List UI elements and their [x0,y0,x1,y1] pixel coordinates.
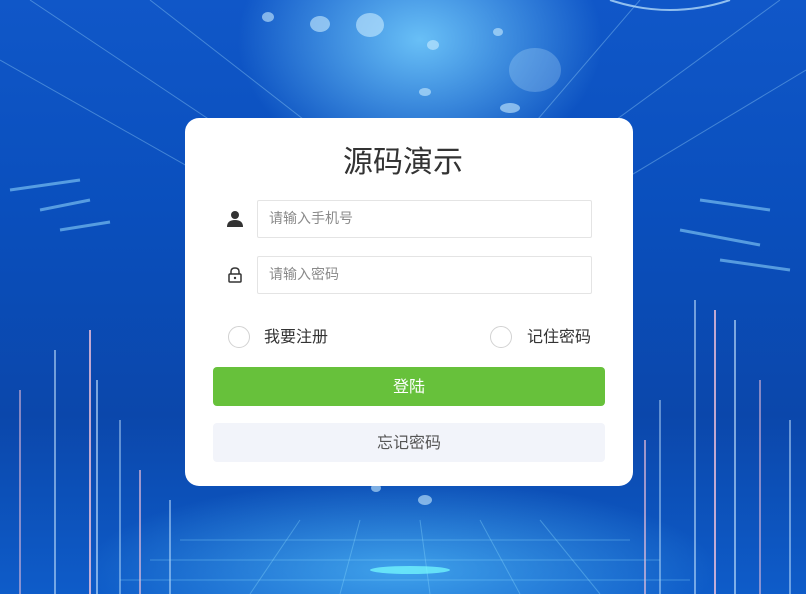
remember-password-radio[interactable] [490,326,512,348]
page-title: 源码演示 [343,145,463,180]
login-button[interactable]: 登陆 [213,367,605,406]
register-label[interactable]: 我要注册 [264,326,328,348]
user-icon [227,211,243,227]
register-radio[interactable] [228,326,250,348]
password-input[interactable] [257,256,592,294]
forgot-password-button[interactable]: 忘记密码 [213,423,605,462]
lock-icon [228,267,242,283]
remember-password-label[interactable]: 记住密码 [527,326,591,348]
phone-input[interactable] [257,200,592,238]
